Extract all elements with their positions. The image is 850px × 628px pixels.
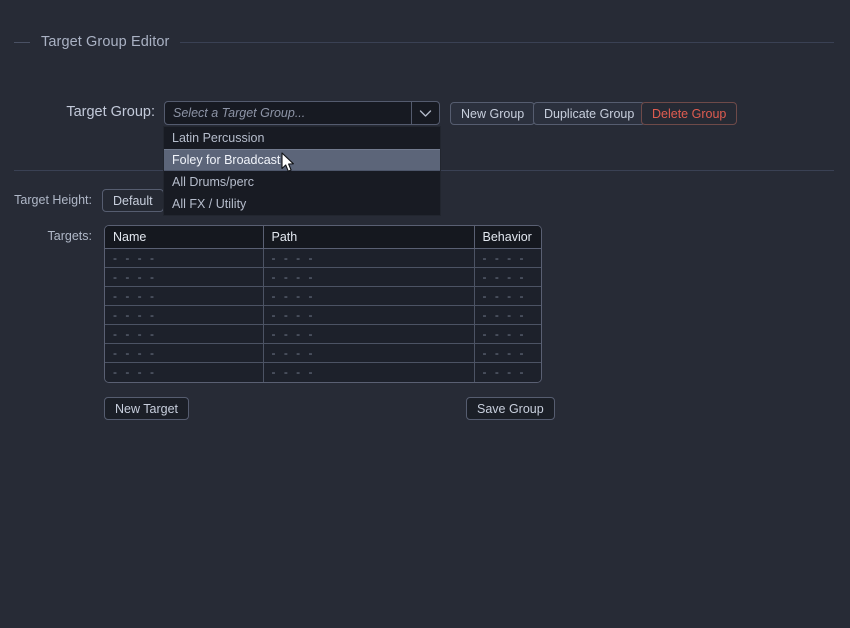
target-height-value-button[interactable]: Default <box>102 189 164 212</box>
column-header-path[interactable]: Path <box>263 226 474 249</box>
cell-behavior[interactable]: - - - - <box>474 287 542 306</box>
cell-name[interactable]: - - - - <box>105 306 263 325</box>
new-group-button[interactable]: New Group <box>450 102 535 125</box>
table-row[interactable]: - - - - - - - - - - - - <box>105 325 542 344</box>
page-title: Target Group Editor <box>30 34 180 50</box>
cell-path[interactable]: - - - - <box>263 268 474 287</box>
duplicate-group-button[interactable]: Duplicate Group <box>533 102 645 125</box>
table-row[interactable]: - - - - - - - - - - - - <box>105 268 542 287</box>
cell-name[interactable]: - - - - <box>105 344 263 363</box>
targets-table-body: - - - - - - - - - - - - - - - - - - - - … <box>105 249 542 382</box>
table-row[interactable]: - - - - - - - - - - - - <box>105 344 542 363</box>
cell-path[interactable]: - - - - <box>263 249 474 268</box>
panel-header: Target Group Editor <box>0 34 850 50</box>
table-row[interactable]: - - - - - - - - - - - - <box>105 306 542 325</box>
cell-name[interactable]: - - - - <box>105 268 263 287</box>
dropdown-option-foley-for-broadcast[interactable]: Foley for Broadcast <box>164 149 440 171</box>
cell-path[interactable]: - - - - <box>263 325 474 344</box>
cell-name[interactable]: - - - - <box>105 249 263 268</box>
cell-name[interactable]: - - - - <box>105 325 263 344</box>
cell-behavior[interactable]: - - - - <box>474 306 542 325</box>
dropdown-option-all-drums-perc[interactable]: All Drums/perc <box>164 171 440 193</box>
cell-path[interactable]: - - - - <box>263 363 474 382</box>
new-target-button[interactable]: New Target <box>104 397 189 420</box>
column-header-behavior[interactable]: Behavior <box>474 226 542 249</box>
table-row[interactable]: - - - - - - - - - - - - <box>105 363 542 382</box>
table-row[interactable]: - - - - - - - - - - - - <box>105 287 542 306</box>
target-group-label: Target Group: <box>0 104 155 120</box>
chevron-down-icon[interactable] <box>411 102 439 124</box>
panel-header-rule <box>180 42 834 43</box>
table-header-row: Name Path Behavior <box>105 226 542 249</box>
target-group-editor-window: Target Group Editor Target Group: Select… <box>0 0 850 628</box>
save-group-button[interactable]: Save Group <box>466 397 555 420</box>
target-group-combobox[interactable]: Select a Target Group... <box>164 101 440 125</box>
cell-behavior[interactable]: - - - - <box>474 344 542 363</box>
panel-header-stub <box>14 42 30 43</box>
cell-behavior[interactable]: - - - - <box>474 363 542 382</box>
cell-behavior[interactable]: - - - - <box>474 268 542 287</box>
cell-name[interactable]: - - - - <box>105 287 263 306</box>
delete-group-button[interactable]: Delete Group <box>641 102 737 125</box>
table-row[interactable]: - - - - - - - - - - - - <box>105 249 542 268</box>
cell-behavior[interactable]: - - - - <box>474 325 542 344</box>
cell-behavior[interactable]: - - - - <box>474 249 542 268</box>
targets-table: Name Path Behavior - - - - - - - - - - -… <box>104 225 542 383</box>
dropdown-option-latin-percussion[interactable]: Latin Percussion <box>164 127 440 149</box>
dropdown-option-all-fx-utility[interactable]: All FX / Utility <box>164 193 440 215</box>
column-header-name[interactable]: Name <box>105 226 263 249</box>
target-height-label: Target Height: <box>0 193 92 207</box>
cell-name[interactable]: - - - - <box>105 363 263 382</box>
target-group-combobox-value[interactable]: Select a Target Group... <box>165 102 411 124</box>
cell-path[interactable]: - - - - <box>263 306 474 325</box>
target-group-dropdown-list[interactable]: Latin Percussion Foley for Broadcast All… <box>163 126 441 216</box>
cell-path[interactable]: - - - - <box>263 287 474 306</box>
cell-path[interactable]: - - - - <box>263 344 474 363</box>
targets-label: Targets: <box>0 229 92 243</box>
